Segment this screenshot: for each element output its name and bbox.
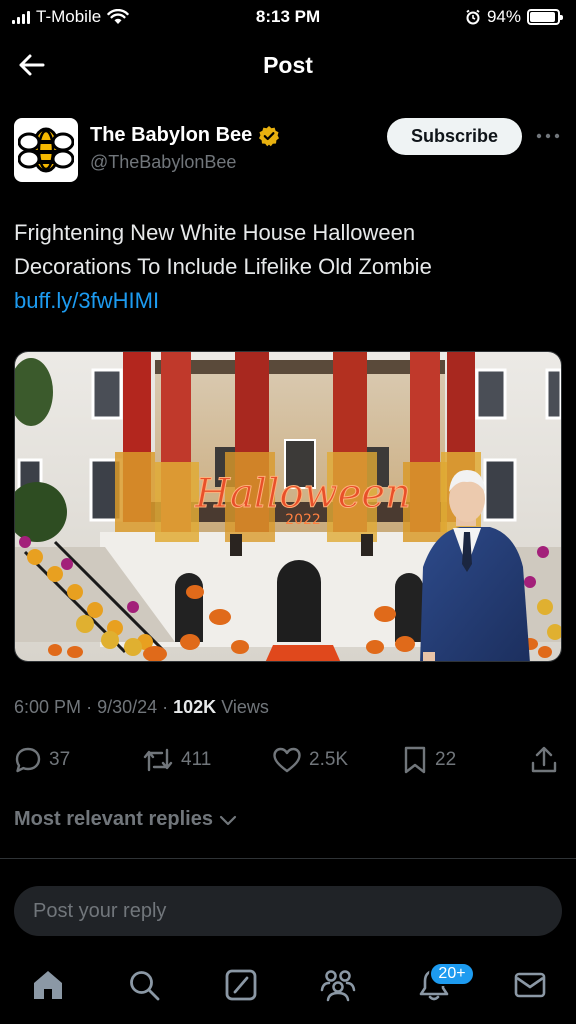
like-button[interactable]: 2.5K (272, 740, 348, 780)
alarm-icon (466, 9, 480, 25)
views-label: Views (221, 697, 269, 717)
repost-count: 411 (181, 749, 212, 770)
tab-search[interactable] (122, 963, 166, 1007)
tab-home[interactable] (26, 963, 70, 1007)
messages-icon (514, 972, 546, 998)
replies-filter-dropdown[interactable]: Most relevant replies (14, 808, 237, 831)
signal-icon (12, 10, 30, 24)
nav-header: Post (0, 34, 576, 96)
status-right: 94% (465, 7, 563, 27)
status-bar: T-Mobile 8:13 PM 94% (0, 0, 576, 34)
battery-percent: 94% (486, 7, 521, 26)
white-house-halloween-photo: Halloween 2022 (15, 352, 561, 661)
back-button[interactable] (14, 48, 48, 82)
grok-icon (225, 969, 257, 1001)
tab-grok[interactable] (219, 963, 263, 1007)
tab-communities[interactable] (316, 963, 360, 1007)
like-count: 2.5K (309, 749, 349, 770)
share-icon (531, 746, 557, 773)
home-icon (34, 971, 62, 999)
halloween-sign-year: 2022 (285, 512, 321, 528)
meta-separator: · (162, 697, 174, 717)
more-options-button[interactable] (534, 122, 562, 150)
heart-icon (273, 747, 301, 773)
post-text-line-2: Decorations To Include Lifelike Old Zomb… (14, 254, 432, 279)
babylon-bee-logo-icon (18, 127, 74, 173)
repost-button[interactable]: 411 (142, 740, 211, 780)
search-icon (130, 971, 160, 1001)
more-horizontal-icon (536, 133, 560, 139)
arrow-left-icon (19, 54, 45, 76)
carrier-label: T-Mobile (36, 7, 102, 26)
author-name-row[interactable]: The Babylon Bee (90, 124, 280, 147)
views-count: 102K (173, 697, 217, 717)
verified-badge-icon (259, 125, 280, 146)
subscribe-button[interactable]: Subscribe (387, 118, 522, 155)
post-link[interactable]: buff.ly/3fwHIMI (14, 284, 562, 318)
reply-count: 37 (49, 749, 71, 770)
bottom-tab-bar (0, 955, 576, 1024)
notification-badge: 20+ (429, 962, 475, 986)
replies-filter-label: Most relevant replies (14, 808, 213, 830)
status-left: T-Mobile (12, 7, 129, 27)
chevron-down-icon (219, 815, 237, 825)
post-text: Frightening New White House Halloween De… (14, 216, 562, 318)
status-time: 8:13 PM (255, 7, 321, 26)
post-text-line-1: Frightening New White House Halloween (14, 220, 416, 245)
meta-separator: · (86, 697, 98, 717)
battery-icon (527, 9, 563, 25)
post-image[interactable]: Halloween 2022 (14, 351, 562, 662)
post-author-row: The Babylon Bee @TheBabylonBee Subscribe (14, 116, 562, 182)
repost-icon (143, 748, 173, 772)
bookmark-icon (404, 746, 426, 774)
tab-messages[interactable] (508, 963, 552, 1007)
divider (0, 858, 576, 859)
share-button[interactable] (530, 740, 558, 780)
communities-icon (320, 970, 356, 1002)
battery-fill (530, 12, 556, 22)
reply-icon (15, 747, 41, 773)
bookmark-button[interactable]: 22 (402, 740, 456, 780)
post-meta: 6:00 PM · 9/30/24 · 102K Views (14, 697, 269, 718)
author-handle[interactable]: @TheBabylonBee (90, 152, 236, 173)
post-actions: 37 411 2.5K 22 (14, 740, 562, 780)
reply-composer[interactable] (14, 886, 562, 936)
page-title: Post (263, 51, 313, 78)
bookmark-count: 22 (435, 749, 457, 770)
reply-button[interactable]: 37 (14, 740, 70, 780)
avatar[interactable] (14, 118, 78, 182)
post-time: 6:00 PM (14, 697, 82, 717)
reply-input[interactable] (33, 899, 562, 923)
post-date: 9/30/24 (97, 697, 158, 717)
author-name[interactable]: The Babylon Bee (90, 124, 252, 147)
wifi-icon (107, 9, 129, 24)
halloween-sign-text: Halloween (194, 471, 411, 517)
